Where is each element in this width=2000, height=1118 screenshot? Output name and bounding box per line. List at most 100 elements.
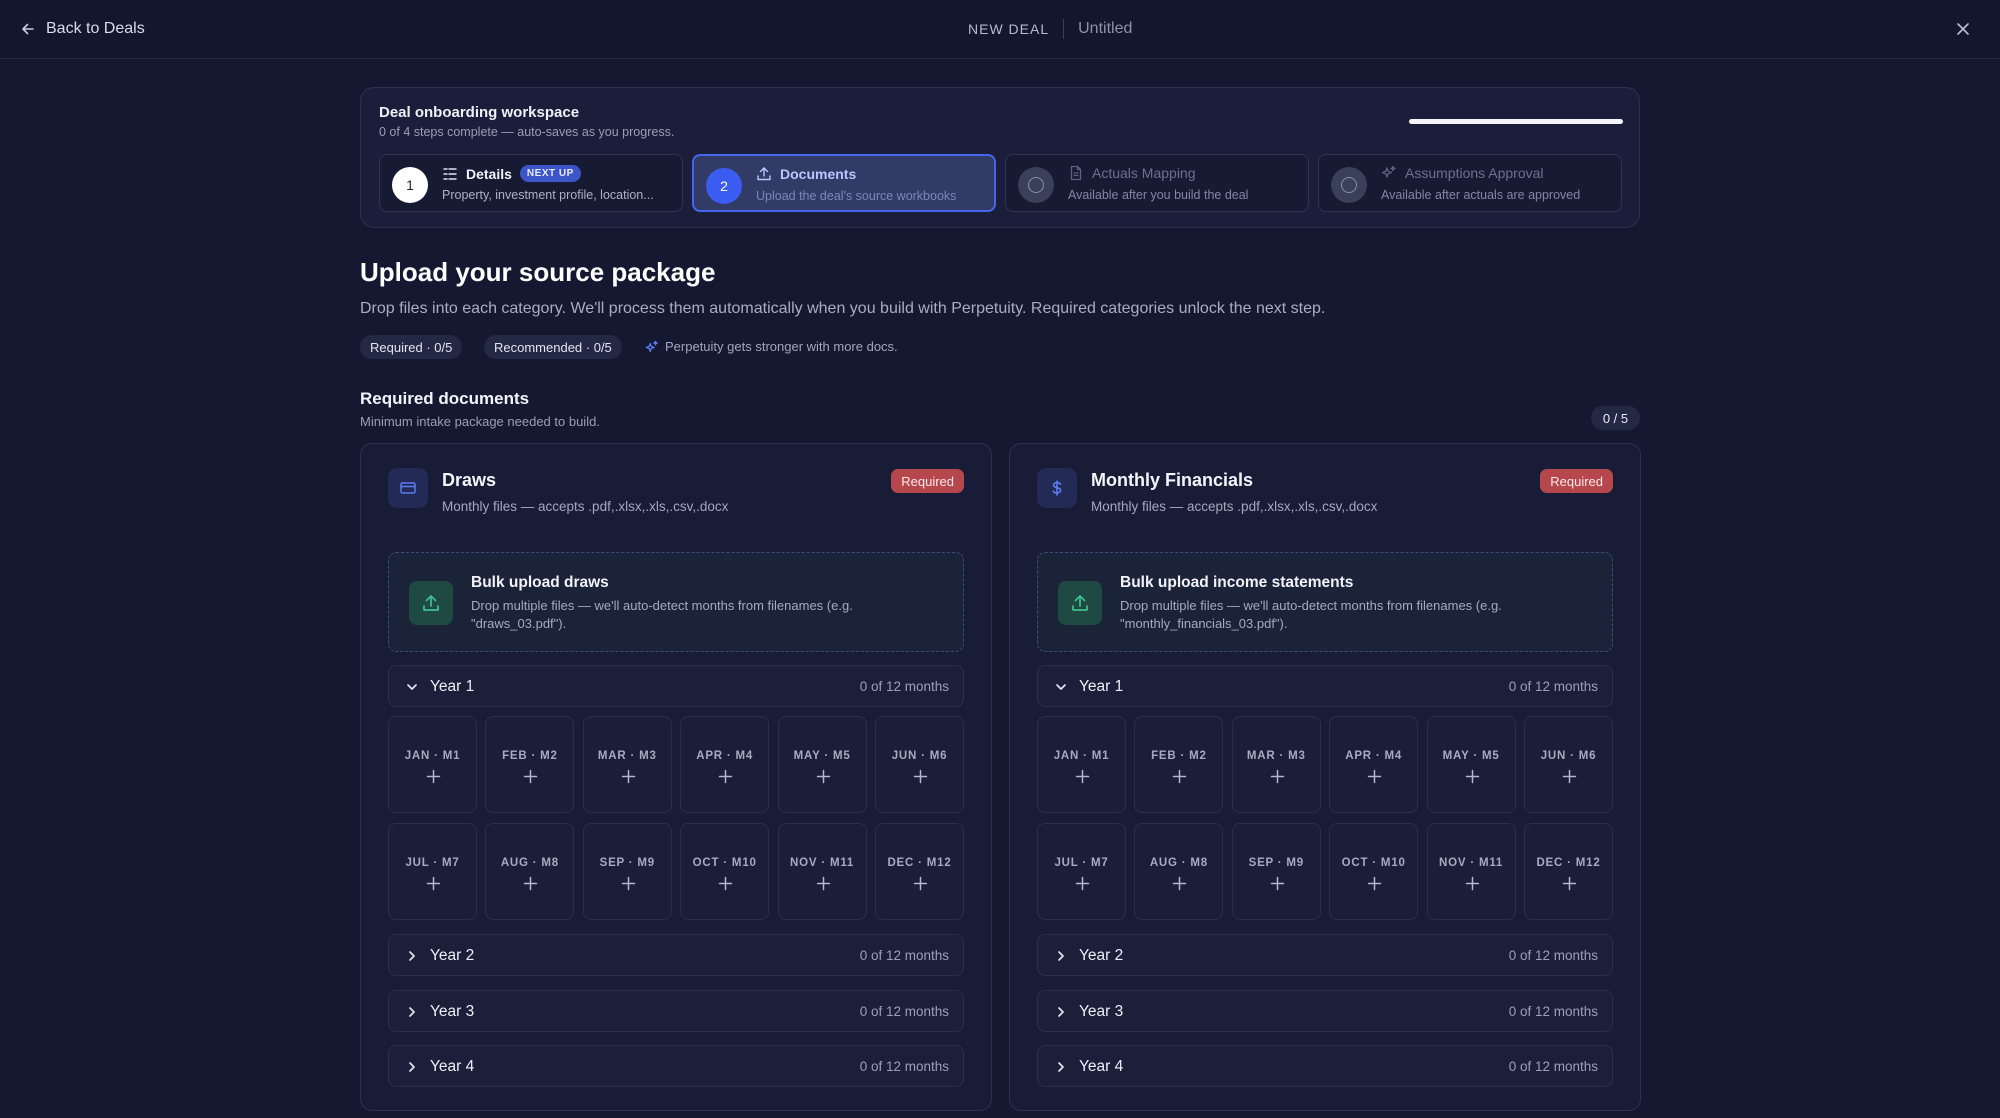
page-lead: Drop files into each category. We'll pro… (360, 300, 1326, 317)
month-upload-slot[interactable]: NOV · M11 (777, 823, 867, 920)
plus-icon (1367, 876, 1382, 891)
plus-icon (1173, 876, 1187, 891)
year-3-accordion[interactable]: Year 3 0 of 12 months (388, 990, 964, 1032)
draws-card: Draws Monthly files — accepts .pdf,.xlsx… (360, 443, 992, 1111)
month-upload-slot[interactable]: JUN · M6 (875, 716, 964, 813)
bulk-upload-dropzone[interactable]: Bulk upload income statements Drop multi… (1037, 552, 1613, 652)
month-label: MAR · M3 (597, 750, 657, 762)
step-desc: Upload the deal's source workbooks (756, 189, 957, 203)
month-label: AUG · M8 (500, 857, 559, 869)
month-upload-slot[interactable]: MAR · M3 (582, 716, 672, 813)
chevron-right-icon (409, 1007, 415, 1017)
year-4-accordion[interactable]: Year 4 0 of 12 months (1037, 1045, 1613, 1087)
plus-icon (718, 769, 733, 784)
year-label: Year 3 (430, 1003, 475, 1020)
section-label: NEW DEAL (968, 21, 1050, 37)
year-label: Year 2 (430, 947, 475, 964)
deal-name[interactable]: Untitled (1078, 20, 1132, 38)
step-documents[interactable]: 2 Documents Upload the deal's source wor… (692, 154, 996, 212)
document-icon (1070, 165, 1082, 181)
month-upload-slot[interactable]: AUG · M8 (1134, 823, 1224, 920)
dollar-icon (1052, 480, 1062, 496)
required-badge: Required (891, 469, 964, 493)
close-icon[interactable] (1952, 18, 1974, 40)
step-label: Assumptions Approval (1405, 165, 1544, 181)
month-upload-slot[interactable]: SEP · M9 (582, 823, 672, 920)
year-1-accordion[interactable]: Year 1 0 of 12 months (388, 665, 964, 707)
month-upload-slot[interactable]: AUG · M8 (485, 823, 575, 920)
month-upload-slot[interactable]: JAN · M1 (388, 716, 477, 813)
back-to-deals-link[interactable]: Back to Deals (20, 17, 145, 41)
month-label: SEP · M9 (599, 857, 655, 869)
upload-icon (757, 167, 771, 181)
onboarding-panel: Deal onboarding workspace 0 of 4 steps c… (360, 87, 1640, 228)
year-label: Year 4 (1079, 1058, 1124, 1075)
back-label: Back to Deals (46, 20, 145, 37)
month-label: OCT · M10 (1341, 857, 1406, 869)
bulk-upload-dropzone[interactable]: Bulk upload draws Drop multiple files — … (388, 552, 964, 652)
step-label-row: Documents (756, 166, 856, 182)
bulk-upload-title: Bulk upload income statements (1120, 574, 1354, 591)
plus-icon (426, 876, 441, 891)
chevron-right-icon (409, 951, 415, 961)
arrow-left-icon (22, 23, 34, 35)
year-1-accordion[interactable]: Year 1 0 of 12 months (1037, 665, 1613, 707)
year-2-accordion[interactable]: Year 2 0 of 12 months (388, 934, 964, 976)
month-upload-slot[interactable]: JUN · M6 (1524, 716, 1613, 813)
month-upload-slot[interactable]: MAR · M3 (1231, 716, 1321, 813)
plus-icon (913, 876, 928, 891)
month-label: FEB · M2 (502, 750, 558, 762)
month-upload-slot[interactable]: MAY · M5 (777, 716, 867, 813)
year-4-accordion[interactable]: Year 4 0 of 12 months (388, 1045, 964, 1087)
month-label: MAY · M5 (1442, 750, 1500, 762)
month-label: DEC · M12 (887, 857, 952, 869)
step-number: 2 (706, 168, 742, 204)
perpetuity-tip: Perpetuity gets stronger with more docs. (645, 339, 898, 354)
tip-text: Perpetuity gets stronger with more docs. (665, 339, 898, 354)
month-label: JUN · M6 (891, 750, 948, 762)
card-icon-box (1037, 468, 1077, 508)
month-upload-slot[interactable]: DEC · M12 (1524, 823, 1613, 920)
year-count: 0 of 12 months (859, 1004, 949, 1019)
month-upload-slot[interactable]: JUL · M7 (1037, 823, 1126, 920)
month-label: NOV · M11 (1439, 857, 1504, 869)
card-title: Monthly Financials (1091, 470, 1254, 490)
month-upload-slot[interactable]: NOV · M11 (1426, 823, 1516, 920)
month-upload-slot[interactable]: MAY · M5 (1426, 716, 1516, 813)
step-status-circle (1018, 167, 1054, 203)
month-label: DEC · M12 (1536, 857, 1601, 869)
upload-icon (1072, 595, 1088, 611)
month-upload-slot[interactable]: OCT · M10 (680, 823, 770, 920)
plus-icon (621, 876, 636, 891)
month-upload-slot[interactable]: FEB · M2 (485, 716, 575, 813)
step-desc: Available after actuals are approved (1381, 188, 1581, 202)
step-assumptions-approval: Assumptions Approval Available after act… (1318, 154, 1622, 212)
year-3-accordion[interactable]: Year 3 0 of 12 months (1037, 990, 1613, 1032)
month-upload-slot[interactable]: JUL · M7 (388, 823, 477, 920)
month-upload-slot[interactable]: DEC · M12 (875, 823, 964, 920)
plus-icon (1465, 769, 1479, 784)
month-upload-slot[interactable]: JAN · M1 (1037, 716, 1126, 813)
year-label: Year 1 (430, 678, 475, 695)
month-label: JAN · M1 (404, 750, 461, 762)
month-upload-slot[interactable]: OCT · M10 (1329, 823, 1419, 920)
plus-icon (1562, 876, 1577, 891)
plus-icon (621, 769, 636, 784)
month-upload-slot[interactable]: APR · M4 (1329, 716, 1419, 813)
year-label: Year 1 (1079, 678, 1124, 695)
month-label: OCT · M10 (692, 857, 757, 869)
month-label: AUG · M8 (1149, 857, 1208, 869)
month-upload-slot[interactable]: SEP · M9 (1231, 823, 1321, 920)
month-label: MAR · M3 (1246, 750, 1306, 762)
top-bar: Back to Deals NEW DEAL Untitled (0, 0, 2000, 59)
month-label: JAN · M1 (1053, 750, 1110, 762)
bulk-upload-desc: Drop multiple files — we'll auto-detect … (1120, 598, 1502, 631)
chevron-right-icon (1058, 1062, 1064, 1072)
plus-icon (524, 876, 538, 891)
onboarding-subtitle: 0 of 4 steps complete — auto-saves as yo… (379, 125, 675, 139)
step-details[interactable]: 1 Details NEXT UP Property, investment p… (379, 154, 683, 212)
month-upload-slot[interactable]: FEB · M2 (1134, 716, 1224, 813)
month-upload-slot[interactable]: APR · M4 (680, 716, 770, 813)
step-label-row: Details NEXT UP (442, 165, 581, 182)
year-2-accordion[interactable]: Year 2 0 of 12 months (1037, 934, 1613, 976)
